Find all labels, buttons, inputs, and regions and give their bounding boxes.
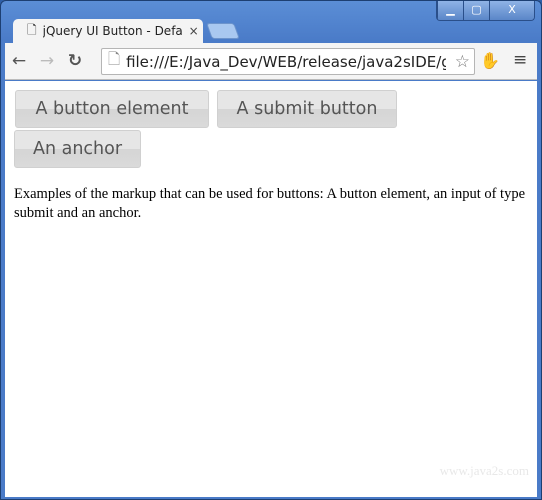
- page-content: A button element A submit button An anch…: [5, 81, 537, 497]
- reload-icon[interactable]: ↻: [61, 51, 89, 71]
- tab-close-icon[interactable]: ×: [189, 24, 199, 38]
- window-controls: ▁ ▢ X: [436, 1, 535, 21]
- address-bar[interactable]: 🗋 file:///E:/Java_Dev/WEB/release/java2s…: [101, 48, 475, 75]
- tab-active[interactable]: 🗋 jQuery UI Button - Default ×: [13, 19, 203, 43]
- new-tab-button[interactable]: [206, 23, 240, 39]
- back-icon[interactable]: ←: [5, 51, 33, 71]
- browser-window: ▁ ▢ X 🗋 jQuery UI Button - Default × ← →…: [0, 0, 542, 500]
- toolbar: ← → ↻ 🗋 file:///E:/Java_Dev/WEB/release/…: [5, 43, 537, 80]
- extension-icon[interactable]: ✋: [480, 51, 500, 70]
- submit-button[interactable]: A submit button: [217, 90, 397, 128]
- tab-title: jQuery UI Button - Default: [42, 24, 183, 38]
- forward-icon[interactable]: →: [33, 51, 61, 71]
- maximize-button[interactable]: ▢: [463, 1, 489, 20]
- page-icon: 🗋: [27, 22, 37, 37]
- minimize-button[interactable]: ▁: [437, 1, 463, 20]
- anchor-button[interactable]: An anchor: [14, 130, 141, 168]
- description-text: Examples of the markup that can be used …: [14, 186, 526, 221]
- page-icon: 🗋: [108, 50, 121, 68]
- star-icon[interactable]: ☆: [454, 52, 470, 72]
- watermark: www.java2s.com: [439, 463, 529, 478]
- url-text: file:///E:/Java_Dev/WEB/release/java2sID…: [126, 52, 447, 71]
- menu-icon[interactable]: ≡: [513, 50, 527, 70]
- button-element[interactable]: A button element: [15, 90, 209, 128]
- close-window-button[interactable]: X: [489, 1, 534, 20]
